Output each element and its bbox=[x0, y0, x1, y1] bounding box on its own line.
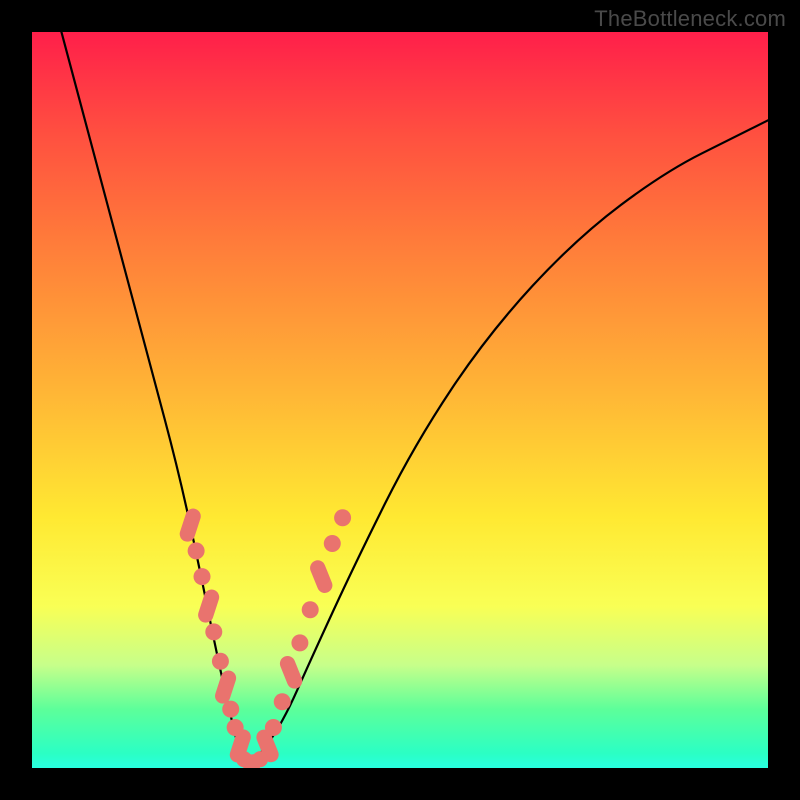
marker-dot bbox=[291, 634, 308, 651]
marker-dot bbox=[334, 509, 351, 526]
marker-capsule bbox=[178, 507, 203, 544]
marker-dot bbox=[274, 693, 291, 710]
marker-dot bbox=[324, 535, 341, 552]
marker-dot bbox=[188, 542, 205, 559]
marker-capsule bbox=[196, 588, 221, 625]
marker-cluster-left bbox=[178, 507, 253, 765]
marker-cluster-bottom bbox=[236, 751, 268, 768]
marker-dot bbox=[212, 653, 229, 670]
marker-capsule bbox=[308, 558, 335, 595]
marker-cluster-right bbox=[254, 509, 351, 764]
marker-dot bbox=[194, 568, 211, 585]
marker-dot bbox=[252, 751, 268, 767]
watermark-text: TheBottleneck.com bbox=[594, 6, 786, 32]
marker-dot bbox=[265, 719, 282, 736]
chart-plot-area bbox=[32, 32, 768, 768]
marker-dot bbox=[205, 623, 222, 640]
bottleneck-curve bbox=[61, 32, 768, 763]
chart-svg bbox=[32, 32, 768, 768]
marker-capsule bbox=[278, 654, 305, 691]
chart-frame: TheBottleneck.com bbox=[0, 0, 800, 800]
marker-capsule bbox=[213, 669, 238, 706]
marker-dot bbox=[302, 601, 319, 618]
marker-dot bbox=[222, 701, 239, 718]
